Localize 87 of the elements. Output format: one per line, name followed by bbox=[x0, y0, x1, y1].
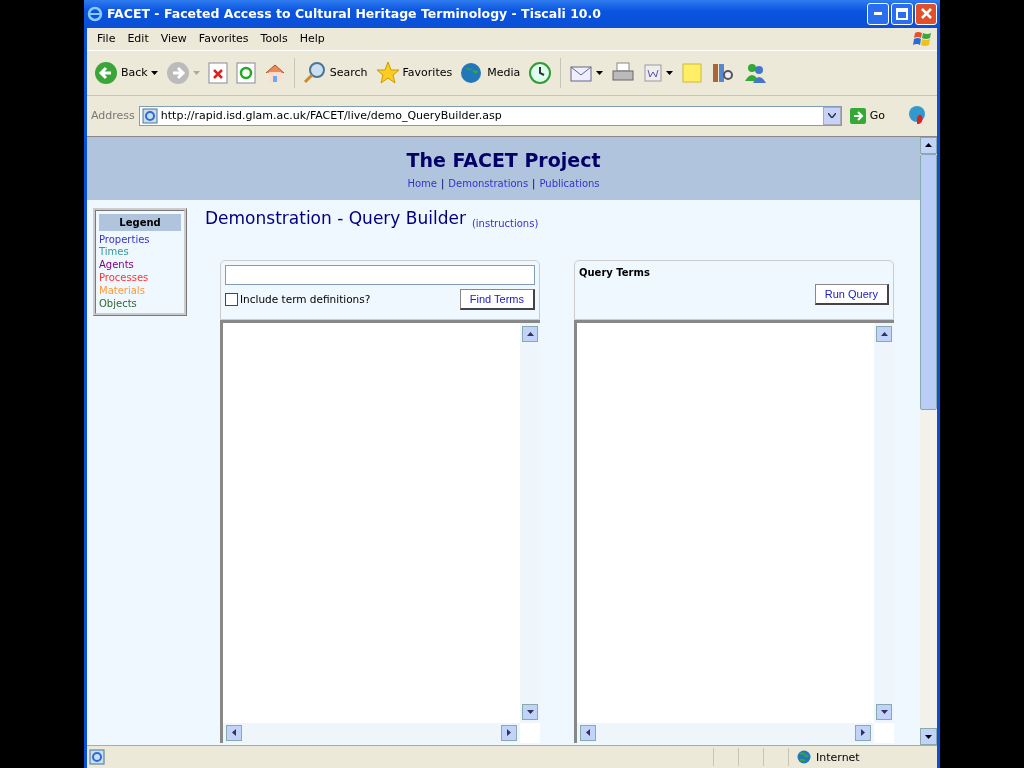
browser-icon bbox=[87, 5, 103, 22]
refresh-icon bbox=[235, 61, 256, 84]
scrollbar[interactable] bbox=[520, 322, 540, 723]
checkbox-label: Include term definitions? bbox=[240, 293, 371, 306]
zone-label: Internet bbox=[816, 750, 860, 764]
down-arrow-icon bbox=[526, 709, 534, 714]
scroll-up-button[interactable] bbox=[522, 325, 538, 342]
minimize-icon bbox=[874, 12, 882, 16]
legend-item: Agents bbox=[99, 259, 135, 273]
caret-icon bbox=[666, 70, 674, 75]
legend-item: Processes bbox=[99, 272, 150, 285]
right-arrow-icon bbox=[861, 729, 865, 737]
windows-flag-icon bbox=[913, 29, 933, 48]
scroll-right-button[interactable] bbox=[855, 724, 871, 741]
legend-item: Properties bbox=[99, 233, 151, 247]
maximize-button[interactable] bbox=[891, 2, 913, 25]
page-cross-icon bbox=[207, 61, 228, 84]
minimize-button[interactable] bbox=[867, 2, 889, 25]
up-arrow-icon bbox=[925, 143, 932, 148]
down-arrow-icon bbox=[880, 709, 888, 714]
legend-item: Times bbox=[99, 246, 130, 260]
caret-icon bbox=[192, 70, 200, 75]
nav-separator: | bbox=[440, 177, 445, 189]
scroll-down-button[interactable] bbox=[522, 703, 538, 720]
page-icon bbox=[89, 749, 105, 765]
page-icon bbox=[141, 107, 158, 124]
scroll-down-button[interactable] bbox=[920, 728, 937, 746]
right-arrow-icon bbox=[507, 729, 511, 737]
document-icon bbox=[643, 62, 664, 83]
media-button[interactable]: Media bbox=[457, 58, 524, 87]
scroll-down-button[interactable] bbox=[876, 703, 892, 720]
page-heading: Demonstration - Query Builder bbox=[205, 207, 466, 228]
scrollbar[interactable] bbox=[577, 722, 874, 743]
address-field[interactable]: http://rapid.isd.glam.ac.uk/FACET/live/demo_QueryBuilder.asp bbox=[138, 105, 842, 126]
scroll-up-button[interactable] bbox=[920, 136, 937, 154]
menu-item[interactable]: Edit bbox=[121, 32, 155, 46]
caret-icon bbox=[596, 70, 604, 75]
go-button[interactable]: Go bbox=[845, 107, 893, 124]
back-button[interactable]: Back bbox=[91, 58, 161, 87]
legend-item: Objects bbox=[99, 297, 138, 311]
up-arrow-icon bbox=[526, 331, 534, 336]
dropdown-button[interactable] bbox=[822, 106, 841, 125]
left-arrow-icon bbox=[586, 729, 590, 737]
menu-item[interactable]: Favorites bbox=[192, 32, 255, 46]
address-label: Address bbox=[91, 109, 135, 123]
search-icon bbox=[302, 60, 327, 85]
nav-link[interactable]: Publications bbox=[539, 177, 600, 189]
menu-item[interactable]: Help bbox=[293, 32, 331, 46]
find-terms-button[interactable]: Find Terms bbox=[459, 288, 535, 310]
scrollbar[interactable] bbox=[223, 722, 520, 743]
search-field[interactable] bbox=[225, 264, 535, 285]
instructions-link[interactable]: (instructions) bbox=[471, 217, 539, 229]
maximize-icon bbox=[896, 7, 908, 20]
scroll-left-button[interactable] bbox=[580, 724, 596, 741]
url-text: http://rapid.isd.glam.ac.uk/FACET/live/demo_QueryBuilder.asp bbox=[160, 109, 503, 123]
caret-icon bbox=[150, 70, 158, 75]
favorites-button[interactable]: Favorites bbox=[372, 58, 456, 87]
window-title: FACET - Faceted Access to Cultural Heritage Terminology - Tiscali 10.0 bbox=[107, 6, 602, 22]
down-arrow-icon bbox=[925, 734, 932, 739]
up-arrow-icon bbox=[880, 331, 888, 336]
left-arrow-icon bbox=[232, 729, 236, 737]
query-terms-title: Query Terms bbox=[579, 265, 651, 278]
scrollbar[interactable] bbox=[874, 322, 894, 723]
star-icon bbox=[375, 60, 400, 85]
printer-icon bbox=[611, 61, 636, 84]
caret-icon bbox=[827, 113, 836, 119]
note-icon bbox=[681, 61, 704, 84]
checkbox[interactable] bbox=[225, 292, 238, 306]
menu-item[interactable]: Tools bbox=[254, 32, 294, 46]
scroll-right-button[interactable] bbox=[501, 724, 517, 741]
close-icon bbox=[920, 8, 932, 20]
run-query-button[interactable]: Run Query bbox=[814, 283, 889, 305]
site-title: The FACET Project bbox=[406, 148, 601, 171]
clock-icon bbox=[528, 60, 553, 85]
scroll-left-button[interactable] bbox=[226, 724, 242, 741]
nav-link[interactable]: Demonstrations bbox=[448, 177, 529, 189]
globe-icon bbox=[797, 750, 811, 764]
menu-item[interactable]: View bbox=[154, 32, 193, 46]
scroll-up-button[interactable] bbox=[876, 325, 892, 342]
legend-item: Materials bbox=[99, 284, 146, 298]
menu-item[interactable]: File bbox=[91, 32, 122, 46]
search-button[interactable]: Search bbox=[299, 58, 371, 87]
nav-link[interactable]: Home bbox=[407, 177, 437, 189]
legend-title: Legend bbox=[99, 213, 181, 231]
right-arrow-icon bbox=[849, 107, 866, 124]
close-button[interactable] bbox=[915, 2, 937, 25]
nav-separator: | bbox=[532, 177, 536, 189]
